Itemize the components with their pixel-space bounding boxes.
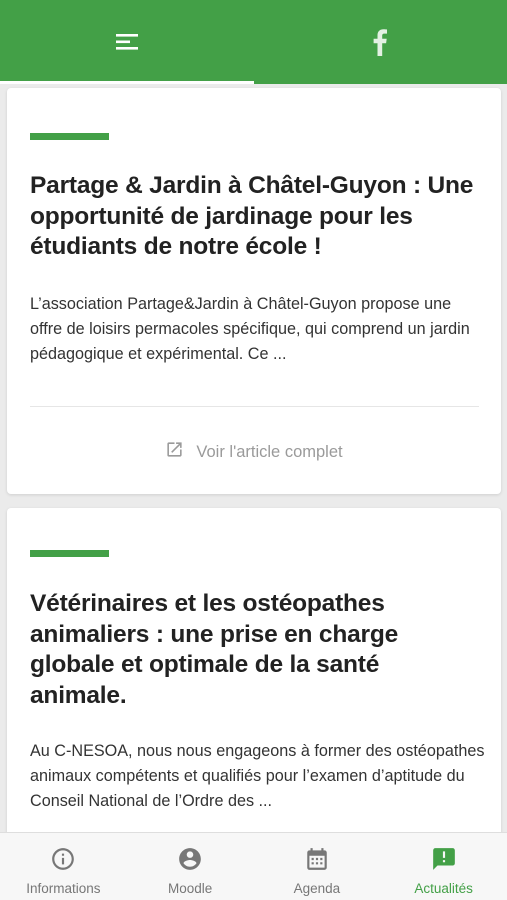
news-feed[interactable]: Partage & Jardin à Châtel-Guyon : Une op… (0, 84, 507, 832)
facebook-icon (373, 28, 388, 56)
divider (30, 406, 479, 407)
article-excerpt: Au C-NESOA, nous nous engageons à former… (30, 742, 485, 810)
calendar-icon (304, 846, 330, 875)
article-title: Vétérinaires et les ostéopathes animalie… (30, 590, 399, 709)
app-screen: Partage & Jardin à Châtel-Guyon : Une op… (0, 0, 507, 900)
nav-label: Moodle (167, 881, 213, 896)
article-title: Partage & Jardin à Châtel-Guyon : Une op… (30, 172, 474, 260)
nav-agenda[interactable]: Agenda (254, 833, 381, 900)
nav-informations[interactable]: Informations (0, 833, 127, 900)
nav-label: Actualités (414, 881, 473, 896)
nav-actualites[interactable]: Actualités (380, 833, 507, 900)
article-excerpt: L’association Partage&Jardin à Châtel-Gu… (30, 295, 470, 363)
nav-moodle[interactable]: Moodle (127, 833, 254, 900)
info-circle-icon (50, 846, 76, 875)
nav-label: Informations (26, 881, 101, 896)
nav-label: Agenda (293, 881, 341, 896)
top-tab-bar (0, 0, 507, 84)
read-full-article-button[interactable]: Voir l'article complet (7, 438, 501, 466)
tab-news-feed[interactable] (0, 0, 254, 84)
accent-bar (30, 133, 109, 140)
read-full-article-label: Voir l'article complet (196, 442, 343, 461)
article-card[interactable]: Partage & Jardin à Châtel-Guyon : Une op… (7, 88, 501, 494)
account-circle-icon (177, 846, 203, 875)
bottom-navigation: Informations Moodle Agenda Actualités (0, 832, 507, 900)
message-alert-icon (431, 846, 457, 875)
accent-bar (30, 550, 109, 557)
tab-facebook[interactable] (254, 0, 507, 84)
open-in-new-icon (165, 440, 196, 464)
menu-lines-icon (115, 33, 138, 51)
article-card[interactable]: Vétérinaires et les ostéopathes animalie… (7, 508, 501, 832)
